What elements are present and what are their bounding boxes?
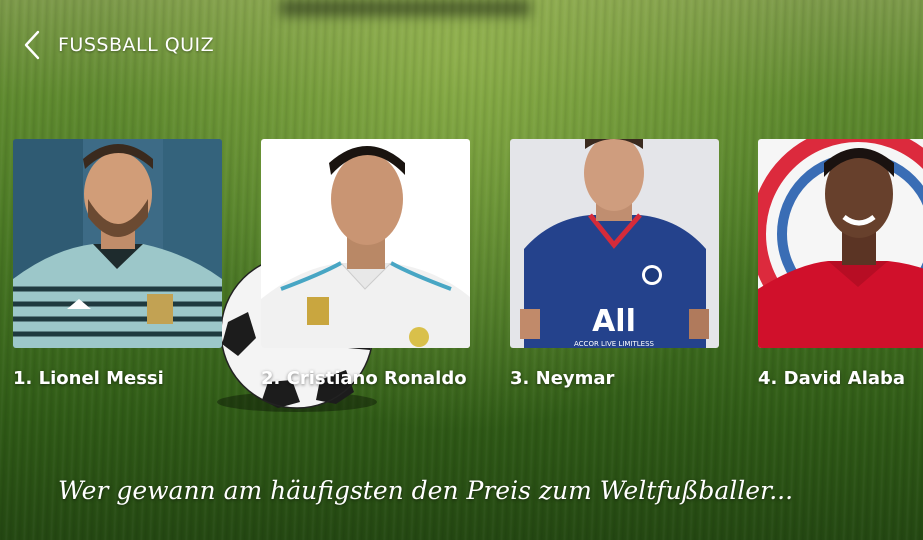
player-label: 3. Neymar [510, 368, 615, 389]
player-label: 1. Lionel Messi [13, 368, 164, 389]
player-photo-ronaldo [261, 139, 470, 348]
player-card-ronaldo[interactable]: 2. Cristiano Ronaldo [261, 139, 470, 389]
player-photo-neymar: All ACCOR LIVE LIMITLESS [510, 139, 719, 348]
player-photo-alaba [758, 139, 923, 348]
player-label: 4. David Alaba [758, 368, 906, 389]
svg-text:ACCOR LIVE LIMITLESS: ACCOR LIVE LIMITLESS [574, 340, 655, 348]
svg-text:All: All [592, 304, 636, 339]
page-title: FUSSBALL QUIZ [58, 34, 215, 56]
header: FUSSBALL QUIZ [20, 28, 214, 62]
player-card-messi[interactable]: 1. Lionel Messi [13, 139, 222, 389]
player-list: 1. Lionel Messi 2. Cristiano Ronaldo All… [13, 139, 923, 399]
player-photo-messi [13, 139, 222, 348]
player-card-alaba[interactable]: 4. David Alaba [758, 139, 923, 389]
chevron-left-icon [24, 30, 40, 60]
back-button[interactable] [20, 28, 44, 62]
top-blur [280, 0, 530, 16]
player-card-neymar[interactable]: All ACCOR LIVE LIMITLESS 3. Neymar [510, 139, 719, 389]
quiz-question: Wer gewann am häufigsten den Preis zum W… [58, 476, 794, 505]
player-label: 2. Cristiano Ronaldo [261, 368, 467, 389]
